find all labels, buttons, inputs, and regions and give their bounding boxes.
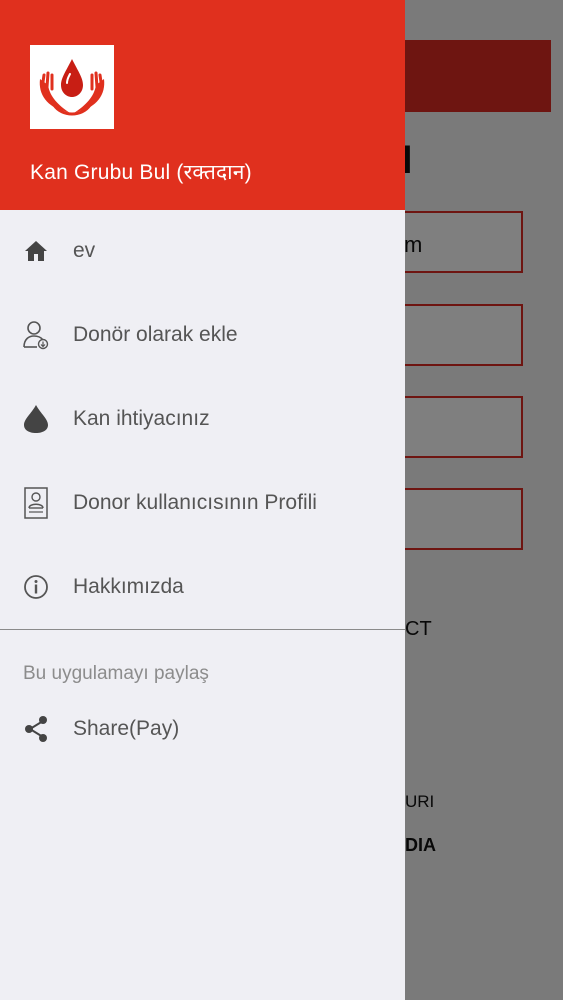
drawer-header: Kan Grubu Bul (रक्तदान) <box>0 0 405 210</box>
menu-item-home[interactable]: ev <box>0 216 405 286</box>
menu-item-add-donor[interactable]: Donör olarak ekle <box>0 300 405 370</box>
menu-divider <box>0 629 405 630</box>
home-icon <box>22 236 50 266</box>
menu-item-label: ev <box>73 239 96 262</box>
menu-item-blood-need[interactable]: Kan ihtiyacınız <box>0 384 405 454</box>
navigation-drawer: Kan Grubu Bul (रक्तदान) ev Donör olarak … <box>0 0 405 1000</box>
blood-donation-logo-icon <box>39 59 105 116</box>
add-person-icon <box>22 320 50 350</box>
menu-item-label: Kan ihtiyacınız <box>73 407 210 430</box>
menu-item-label: Hakkımızda <box>73 575 184 598</box>
menu-item-label: Share(Pay) <box>73 717 180 740</box>
menu-item-donor-profile[interactable]: Donor kullanıcısının Profili <box>0 468 405 538</box>
menu-item-label: Donör olarak ekle <box>73 323 238 346</box>
menu-item-label: Donor kullanıcısının Profili <box>73 491 317 514</box>
menu-item-about[interactable]: Hakkımızda <box>0 552 405 622</box>
share-icon <box>22 714 50 744</box>
share-section-label: Bu uygulamayı paylaş <box>23 663 209 684</box>
app-title: Kan Grubu Bul (रक्तदान) <box>30 161 252 184</box>
profile-card-icon <box>22 487 50 519</box>
info-icon <box>22 572 50 602</box>
blood-drop-icon <box>22 404 50 434</box>
app-logo <box>30 45 114 129</box>
menu-item-share[interactable]: Share(Pay) <box>0 694 405 764</box>
